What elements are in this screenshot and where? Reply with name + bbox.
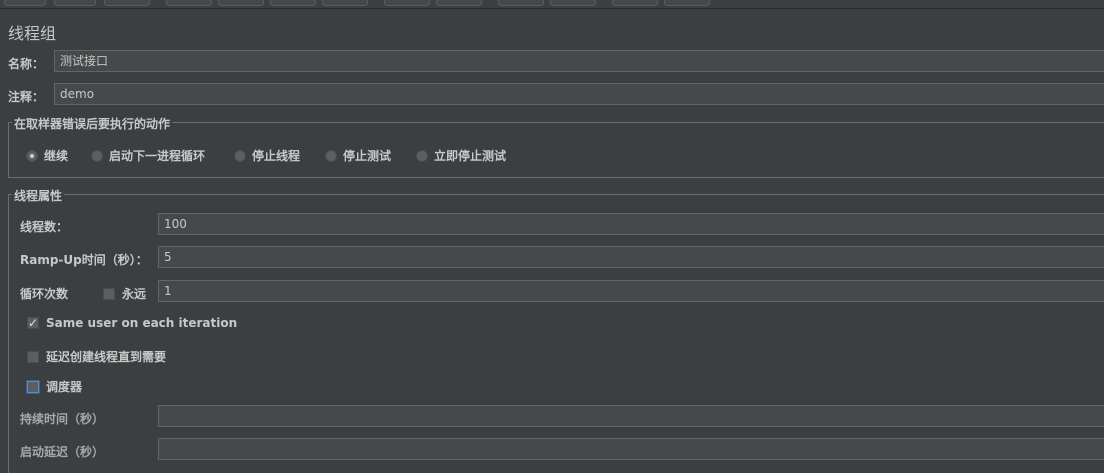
- radio-label: 继续: [44, 149, 69, 163]
- name-label: 名称：: [8, 57, 45, 71]
- toolbar-button[interactable]: [322, 0, 368, 6]
- toolbar-button[interactable]: [218, 0, 264, 6]
- num-threads-label: 线程数：: [20, 220, 69, 234]
- delay-create-label: 延迟创建线程直到需要: [46, 350, 167, 364]
- radio-stop-test-now[interactable]: 立即停止测试: [416, 147, 506, 164]
- toolbar-button[interactable]: [436, 0, 482, 6]
- radio-label: 停止测试: [343, 149, 392, 163]
- toolbar: [0, 0, 1104, 9]
- duration-label: 持续时间（秒）: [20, 412, 105, 426]
- forever-checkbox[interactable]: [103, 287, 115, 300]
- page-title: 线程组: [8, 24, 57, 43]
- scheduler-checkbox[interactable]: [27, 380, 39, 393]
- delay-create-checkbox-group[interactable]: 延迟创建线程直到需要: [27, 348, 166, 365]
- radio-label: 停止线程: [252, 149, 301, 163]
- radio-label: 立即停止测试: [434, 149, 507, 163]
- scheduler-label: 调度器: [46, 380, 83, 394]
- radio-stop-thread[interactable]: 停止线程: [234, 147, 300, 164]
- startup-delay-input[interactable]: [158, 438, 1104, 460]
- ramp-up-input[interactable]: 5: [158, 246, 1104, 268]
- toolbar-button[interactable]: [54, 0, 96, 6]
- toolbar-button[interactable]: [498, 0, 544, 6]
- loop-count-input[interactable]: 1: [158, 280, 1104, 302]
- radio-stop-test[interactable]: 停止测试: [325, 147, 391, 164]
- radio-continue[interactable]: 继续: [26, 147, 68, 164]
- name-input[interactable]: 测试接口: [54, 50, 1104, 72]
- radio-button[interactable]: [234, 149, 246, 162]
- toolbar-button[interactable]: [104, 0, 150, 6]
- scheduler-checkbox-group[interactable]: 调度器: [27, 378, 82, 395]
- forever-checkbox-group[interactable]: 永远: [103, 285, 146, 302]
- error-action-title: 在取样器错误后要执行的动作: [12, 115, 173, 132]
- radio-button[interactable]: [416, 149, 428, 162]
- startup-delay-label: 启动延迟（秒）: [20, 445, 105, 459]
- radio-button[interactable]: [91, 149, 103, 162]
- num-threads-input[interactable]: 100: [158, 213, 1104, 235]
- radio-button[interactable]: [325, 149, 337, 162]
- duration-input[interactable]: [158, 405, 1104, 427]
- same-user-checkbox-group[interactable]: ✓ Same user on each iteration: [27, 316, 237, 330]
- toolbar-button[interactable]: [166, 0, 212, 6]
- thread-group-panel: 线程组 名称： 测试接口 注释： demo 在取样器错误后要执行的动作 继续 启…: [0, 0, 1104, 473]
- same-user-label: Same user on each iteration: [46, 316, 238, 330]
- toolbar-button[interactable]: [664, 0, 710, 6]
- radio-label: 启动下一进程循环: [109, 149, 206, 163]
- comment-input[interactable]: demo: [54, 83, 1104, 105]
- thread-properties-title: 线程属性: [12, 187, 65, 204]
- toolbar-button[interactable]: [550, 0, 596, 6]
- radio-start-next-loop[interactable]: 启动下一进程循环: [91, 147, 205, 164]
- delay-create-checkbox[interactable]: [27, 350, 39, 363]
- toolbar-button[interactable]: [270, 0, 316, 6]
- same-user-checkbox[interactable]: ✓: [27, 317, 39, 329]
- comment-label: 注释：: [8, 90, 45, 104]
- loop-count-label: 循环次数: [20, 287, 69, 301]
- ramp-up-label: Ramp-Up时间（秒）：: [20, 253, 148, 267]
- radio-button[interactable]: [26, 149, 38, 162]
- toolbar-button[interactable]: [384, 0, 430, 6]
- forever-label: 永远: [122, 287, 147, 301]
- toolbar-button[interactable]: [612, 0, 658, 6]
- thread-properties-group: [8, 194, 1104, 473]
- toolbar-button[interactable]: [4, 0, 46, 6]
